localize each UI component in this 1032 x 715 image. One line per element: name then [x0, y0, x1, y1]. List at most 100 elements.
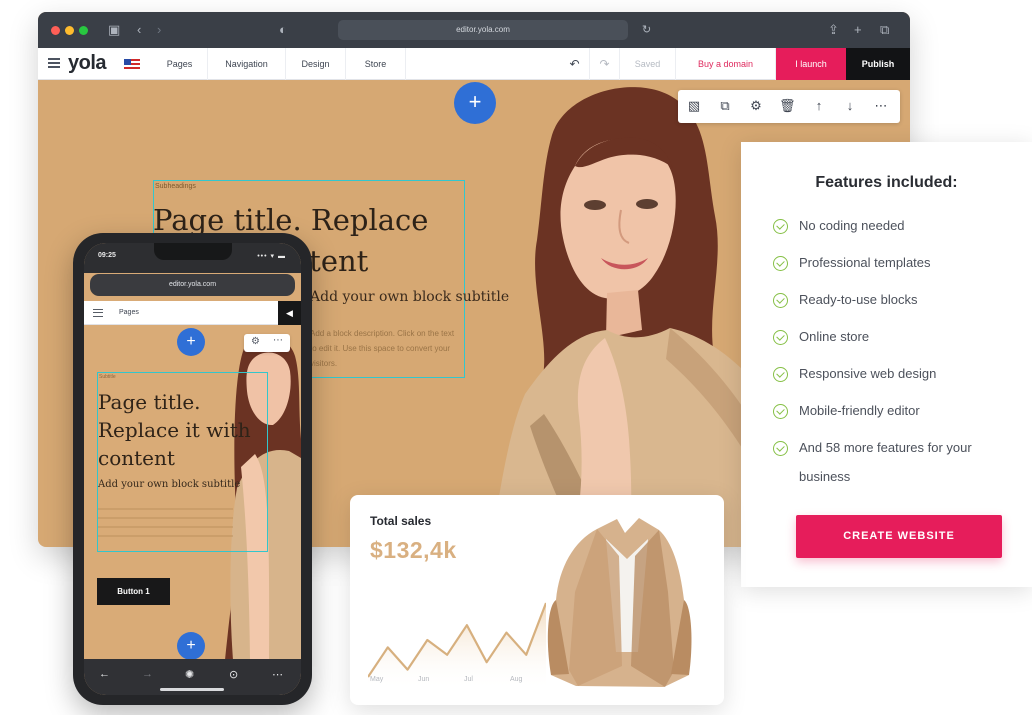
back-icon[interactable]: ‹: [137, 21, 141, 39]
mobile-url-bar[interactable]: editor.yola.com: [90, 274, 295, 296]
mobile-time: 09:25: [98, 252, 116, 259]
mobile-forward-icon[interactable]: →: [142, 668, 153, 680]
mobile-button-1[interactable]: Button 1: [97, 578, 170, 605]
check-icon: [773, 293, 788, 308]
check-icon: [773, 219, 788, 234]
check-icon: [773, 367, 788, 382]
duplicate-icon[interactable]: ⧉: [717, 98, 733, 114]
feature-text: Professional templates: [799, 255, 931, 270]
features-card: Features included: No coding needed Prof…: [741, 142, 1032, 587]
feature-item: And 58 more features for your business: [773, 440, 1009, 491]
mobile-pages-menu[interactable]: Pages: [119, 301, 139, 325]
feature-text: Responsive web design: [799, 366, 937, 381]
launch-button[interactable]: I launch: [776, 48, 846, 80]
maximize-window-dot[interactable]: [79, 26, 88, 35]
url-text: editor.yola.com: [456, 25, 510, 34]
month-label: Jun: [418, 676, 430, 683]
mobile-more-icon[interactable]: ⋯: [272, 668, 283, 681]
mobile-add-symbol: +: [186, 333, 196, 350]
mobile-add-section-button[interactable]: +: [177, 328, 205, 356]
feature-item: Professional templates: [773, 255, 1009, 277]
screenshot-stage: ▣ ‹ › ◐ editor.yola.com ↻ ⇪ + ⧉ yola Pag…: [0, 0, 1032, 715]
mobile-add-symbol: +: [186, 637, 196, 654]
features-title: Features included:: [815, 174, 958, 191]
settings-icon[interactable]: ⚙: [748, 98, 764, 114]
saved-text: Saved: [634, 59, 661, 69]
month-label: Aug: [510, 676, 523, 683]
mobile-editor-toolbar: Pages ◀: [84, 301, 301, 325]
feature-text: No coding needed: [799, 218, 905, 233]
mobile-signal-icons: ••• ▾ ▬: [257, 253, 286, 260]
tabs-icon[interactable]: ⧉: [880, 21, 889, 39]
browser-url-bar[interactable]: editor.yola.com: [338, 20, 628, 40]
more-icon[interactable]: ⋯: [873, 98, 889, 114]
month-label: May: [370, 676, 384, 683]
feature-item: Responsive web design: [773, 366, 1009, 388]
buy-domain-button[interactable]: Buy a domain: [676, 48, 776, 80]
sales-card: Total sales $132,4k May Jun Jul Aug: [350, 495, 724, 705]
feature-text: Ready-to-use blocks: [799, 292, 918, 307]
navigation-menu[interactable]: Navigation: [208, 48, 286, 80]
forward-icon[interactable]: ›: [157, 21, 161, 39]
design-label: Design: [301, 59, 330, 69]
undo-icon[interactable]: ↶: [560, 48, 590, 80]
add-symbol: +: [468, 89, 482, 114]
buy-domain-label: Buy a domain: [697, 59, 754, 69]
share-icon[interactable]: ⇪: [828, 21, 839, 39]
close-window-dot[interactable]: [51, 26, 60, 35]
contrast-icon[interactable]: ◐: [279, 21, 287, 39]
mobile-description-lines: [98, 501, 233, 543]
hero-kicker: Subheadings: [155, 183, 196, 190]
design-menu[interactable]: Design: [286, 48, 346, 80]
feature-item: No coding needed: [773, 218, 1009, 240]
publish-label: Publish: [861, 59, 895, 69]
mobile-hero-title[interactable]: Page title. Replace it with content: [98, 388, 263, 472]
check-icon: [773, 256, 788, 271]
mobile-phone-mockup: 09:25 ••• ▾ ▬ editor.yola.com Pages ◀ + …: [73, 233, 312, 705]
mobile-url-text: editor.yola.com: [168, 281, 217, 288]
redo-icon[interactable]: ↷: [590, 48, 620, 80]
move-up-icon[interactable]: ↑: [811, 98, 827, 114]
store-menu[interactable]: Store: [346, 48, 406, 80]
mobile-kicker: Subtitle: [99, 374, 116, 380]
launch-label: I launch: [795, 59, 827, 69]
add-section-top-button[interactable]: +: [454, 82, 496, 124]
mobile-hero-subtitle[interactable]: Add your own block subtitle: [98, 479, 240, 490]
pages-label: Pages: [166, 59, 193, 69]
jacket-product-image: [547, 518, 692, 687]
language-flag-icon[interactable]: [124, 59, 140, 69]
mobile-more-icon[interactable]: ⋯: [273, 335, 283, 346]
move-down-icon[interactable]: ↓: [842, 98, 858, 114]
yola-logo: yola: [68, 52, 107, 74]
feature-text: Online store: [799, 329, 870, 344]
delete-icon[interactable]: 🗑: [779, 98, 796, 114]
sales-value: $132,4k: [370, 537, 457, 563]
mobile-back-icon[interactable]: ←: [99, 668, 110, 680]
mobile-browser-bottom-bar: ← → ✺ ⊙ ⋯: [84, 659, 301, 695]
mobile-tabs-icon[interactable]: ⊙: [229, 668, 238, 681]
hero-description[interactable]: Add a block description. Click on the te…: [310, 326, 460, 371]
menu-icon[interactable]: [48, 58, 60, 68]
sidebar-icon[interactable]: ▣: [108, 21, 120, 39]
mobile-menu-icon[interactable]: [93, 309, 103, 317]
navigation-label: Navigation: [225, 59, 268, 69]
minimize-window-dot[interactable]: [65, 26, 74, 35]
mobile-settings-icon[interactable]: ⚙: [251, 336, 260, 347]
hero-subtitle[interactable]: Add your own block subtitle: [310, 289, 509, 305]
mobile-brightness-icon[interactable]: ✺: [185, 668, 194, 681]
mobile-publish-icon[interactable]: ◀: [278, 301, 301, 325]
check-icon: [773, 441, 788, 456]
pages-menu[interactable]: Pages: [152, 48, 208, 80]
publish-button[interactable]: Publish: [846, 48, 910, 80]
mobile-add-section-bottom-button[interactable]: +: [177, 632, 205, 660]
image-icon[interactable]: ▧: [686, 98, 702, 114]
create-website-button[interactable]: CREATE WEBSITE: [796, 515, 1002, 558]
mobile-home-indicator: [160, 688, 224, 691]
feature-item: Ready-to-use blocks: [773, 292, 1009, 314]
reload-icon[interactable]: ↻: [642, 21, 651, 39]
editor-toolbar: yola Pages Navigation Design Store ↶ ↷ S…: [38, 48, 910, 80]
block-toolbar: ▧ ⧉ ⚙ 🗑 ↑ ↓ ⋯: [678, 90, 900, 123]
new-tab-icon[interactable]: +: [854, 21, 862, 39]
feature-text: And 58 more features for your business: [799, 440, 972, 484]
month-label: Jul: [464, 676, 473, 683]
